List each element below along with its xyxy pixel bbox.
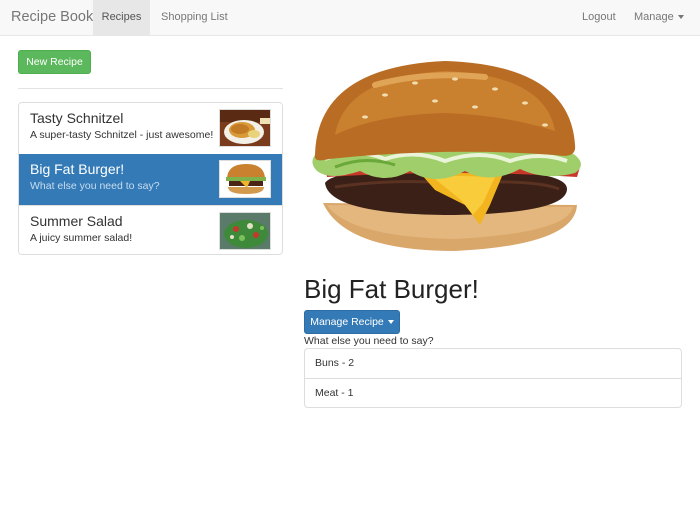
recipe-item-big-fat-burger[interactable]: Big Fat Burger! What else you need to sa… — [19, 154, 282, 205]
nav-manage-dropdown[interactable]: Manage — [634, 0, 684, 35]
burger-thumbnail — [219, 160, 271, 198]
navbar: Recipe Book Recipes Shopping List Logout… — [0, 0, 700, 36]
recipe-name: Summer Salad — [30, 213, 123, 229]
recipe-description: What else you need to say? — [30, 180, 160, 192]
nav-logout[interactable]: Logout — [582, 0, 616, 35]
ingredient-list: Buns - 2 Meat - 1 — [304, 348, 682, 408]
recipe-description: A super-tasty Schnitzel - just awesome! — [30, 129, 214, 141]
ingredient-item: Buns - 2 — [315, 357, 355, 369]
divider — [18, 88, 283, 89]
recipe-name: Big Fat Burger! — [30, 161, 125, 177]
recipe-name: Tasty Schnitzel — [30, 110, 124, 126]
nav-recipes[interactable]: Recipes — [93, 0, 150, 35]
brand[interactable]: Recipe Book — [11, 9, 93, 25]
ingredient-item: Meat - 1 — [305, 378, 681, 407]
new-recipe-button[interactable]: New Recipe — [18, 50, 91, 74]
schnitzel-thumbnail — [219, 109, 271, 147]
recipe-image — [305, 55, 590, 260]
salad-thumbnail — [219, 212, 271, 250]
manage-recipe-button[interactable]: Manage Recipe — [304, 310, 400, 334]
nav-shopping-list[interactable]: Shopping List — [161, 0, 228, 35]
caret-down-icon — [677, 15, 684, 20]
recipe-description-detail: What else you need to say? — [304, 335, 434, 347]
recipe-description: A juicy summer salad! — [30, 232, 133, 244]
recipe-item-tasty-schnitzel[interactable]: Tasty Schnitzel A super-tasty Schnitzel … — [19, 103, 282, 154]
manage-recipe-label: Manage Recipe — [310, 316, 384, 328]
recipe-title: Big Fat Burger! — [304, 274, 479, 304]
nav-manage-label: Manage — [634, 11, 674, 23]
recipe-list: Tasty Schnitzel A super-tasty Schnitzel … — [18, 102, 283, 255]
caret-down-icon — [387, 320, 394, 325]
recipe-item-summer-salad[interactable]: Summer Salad A juicy summer salad! — [19, 205, 282, 254]
